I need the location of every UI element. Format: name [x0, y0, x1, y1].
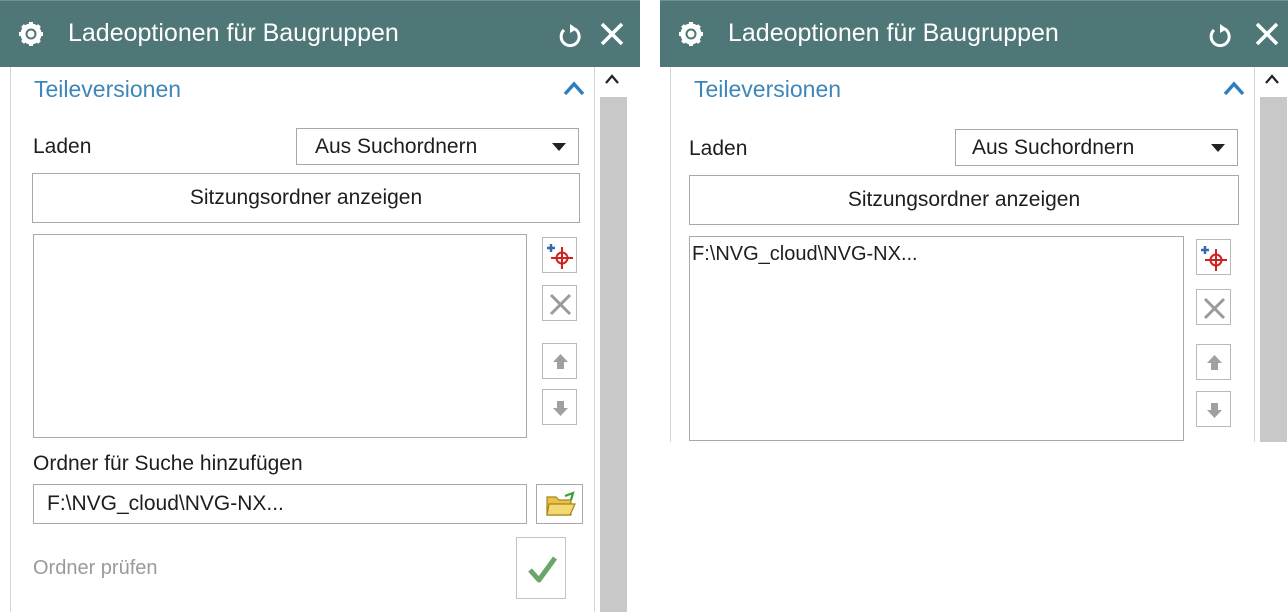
remove-icon [549, 293, 572, 316]
search-folder-list[interactable]: F:\NVG_cloud\NVG-NX... [689, 236, 1184, 441]
move-up-button[interactable] [542, 343, 577, 379]
load-dropdown-value: Aus Suchordnern [315, 135, 478, 158]
dialog-title: Ladeoptionen für Baugruppen [68, 19, 399, 47]
dialog-titlebar: Ladeoptionen für Baugruppen [660, 0, 1288, 68]
move-up-icon [553, 354, 568, 369]
list-item[interactable]: F:\NVG_cloud\NVG-NX... [692, 243, 918, 266]
section-group: Teileversionen Laden Aus Suchordnern Sit… [670, 67, 1255, 442]
scrollbar-thumb[interactable] [1260, 97, 1287, 442]
load-options-dialog-after: Ladeoptionen für Baugruppen Teileversion… [660, 0, 1288, 442]
checkmark-icon [528, 556, 558, 583]
dialog-body: Teileversionen Laden Aus Suchordnern Sit… [0, 67, 640, 612]
add-folder-button[interactable] [1196, 239, 1231, 275]
chevron-down-icon [1211, 144, 1225, 152]
move-down-icon [553, 401, 568, 416]
open-folder-icon [546, 491, 576, 516]
section-header-part-versions[interactable]: Teileversionen [11, 67, 594, 111]
close-icon[interactable] [1252, 19, 1282, 49]
show-session-folders-button[interactable]: Sitzungsordner anzeigen [32, 173, 580, 223]
load-dropdown[interactable]: Aus Suchordnern [955, 129, 1238, 166]
close-icon[interactable] [597, 19, 627, 49]
scroll-up-icon[interactable] [1263, 71, 1281, 87]
remove-button[interactable] [542, 285, 577, 321]
dialog-title: Ladeoptionen für Baugruppen [728, 19, 1059, 47]
section-title: Teileversionen [34, 76, 182, 102]
reset-icon[interactable] [556, 21, 584, 49]
load-label: Laden [689, 137, 748, 160]
vertical-scrollbar[interactable] [1257, 67, 1288, 442]
remove-icon [1203, 297, 1226, 320]
vertical-scrollbar[interactable] [597, 67, 628, 612]
add-folder-icon [547, 244, 573, 269]
check-folder-label: Ordner prüfen [33, 557, 158, 579]
load-label: Laden [33, 135, 92, 158]
add-folder-button[interactable] [542, 237, 577, 273]
section-header-part-versions[interactable]: Teileversionen [671, 67, 1254, 111]
add-folder-label: Ordner für Suche hinzufügen [33, 452, 303, 475]
dialog-titlebar: Ladeoptionen für Baugruppen [0, 0, 640, 68]
browse-folder-button[interactable] [536, 484, 583, 524]
check-folder-button[interactable] [516, 537, 566, 599]
scroll-up-icon[interactable] [603, 71, 621, 87]
add-folder-icon [1201, 246, 1227, 271]
move-down-button[interactable] [1196, 391, 1231, 427]
section-title: Teileversionen [694, 76, 842, 102]
load-dropdown-value: Aus Suchordnern [972, 136, 1135, 159]
dialog-body: Teileversionen Laden Aus Suchordnern Sit… [660, 67, 1288, 442]
move-down-icon [1207, 403, 1222, 418]
chevron-down-icon [552, 143, 566, 151]
show-session-folders-button[interactable]: Sitzungsordner anzeigen [689, 175, 1239, 225]
gear-icon [19, 22, 43, 46]
search-folder-list[interactable] [33, 234, 527, 438]
load-options-dialog-before: Ladeoptionen für Baugruppen Teileversion… [0, 0, 640, 612]
move-down-button[interactable] [542, 389, 577, 425]
move-up-button[interactable] [1196, 344, 1231, 380]
load-dropdown[interactable]: Aus Suchordnern [296, 128, 579, 165]
move-up-icon [1207, 355, 1222, 370]
reset-icon[interactable] [1206, 21, 1234, 49]
folder-path-field[interactable]: F:\NVG_cloud\NVG-NX... [33, 484, 527, 524]
remove-button[interactable] [1196, 289, 1231, 325]
chevron-up-icon[interactable] [563, 79, 585, 97]
chevron-up-icon[interactable] [1223, 79, 1245, 97]
scrollbar-thumb[interactable] [600, 97, 627, 612]
gear-icon [679, 22, 703, 46]
section-group: Teileversionen Laden Aus Suchordnern Sit… [10, 67, 595, 612]
